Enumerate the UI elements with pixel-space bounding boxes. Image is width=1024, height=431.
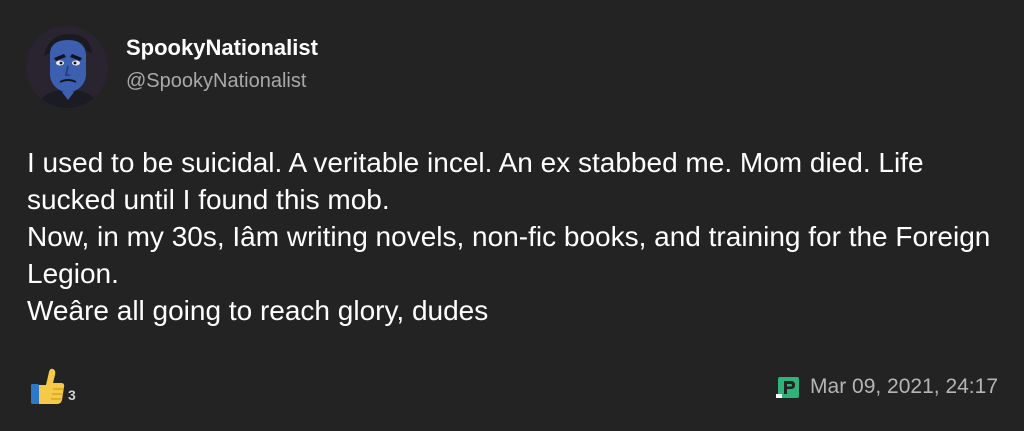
author-avatar[interactable] — [26, 26, 108, 108]
like-count: 3 — [68, 387, 76, 403]
author-info: SpookyNationalist @SpookyNationalist — [126, 34, 318, 94]
post-timestamp[interactable]: Mar 09, 2021, 24:17 — [810, 375, 998, 399]
avatar-cartoon-face-icon — [26, 26, 108, 108]
post-card: SpookyNationalist @SpookyNationalist I u… — [0, 0, 1024, 431]
like-button[interactable]: 3 — [30, 366, 76, 406]
post-body-line: I used to be suicidal. A veritable incel… — [27, 147, 924, 215]
author-handle[interactable]: @SpookyNationalist — [126, 68, 318, 94]
post-body-line: Now, in my 30s, Iâm writing novels, non-… — [27, 221, 991, 289]
post-body-line: Weâre all going to reach glory, dudes — [27, 295, 489, 326]
post-body: I used to be suicidal. A veritable incel… — [27, 144, 997, 329]
post-meta: Mar 09, 2021, 24:17 — [776, 374, 998, 400]
post-header: SpookyNationalist @SpookyNationalist — [26, 26, 318, 108]
thumbs-up-icon — [31, 368, 65, 404]
author-display-name[interactable]: SpookyNationalist — [126, 34, 318, 62]
parler-logo-icon — [776, 377, 800, 398]
